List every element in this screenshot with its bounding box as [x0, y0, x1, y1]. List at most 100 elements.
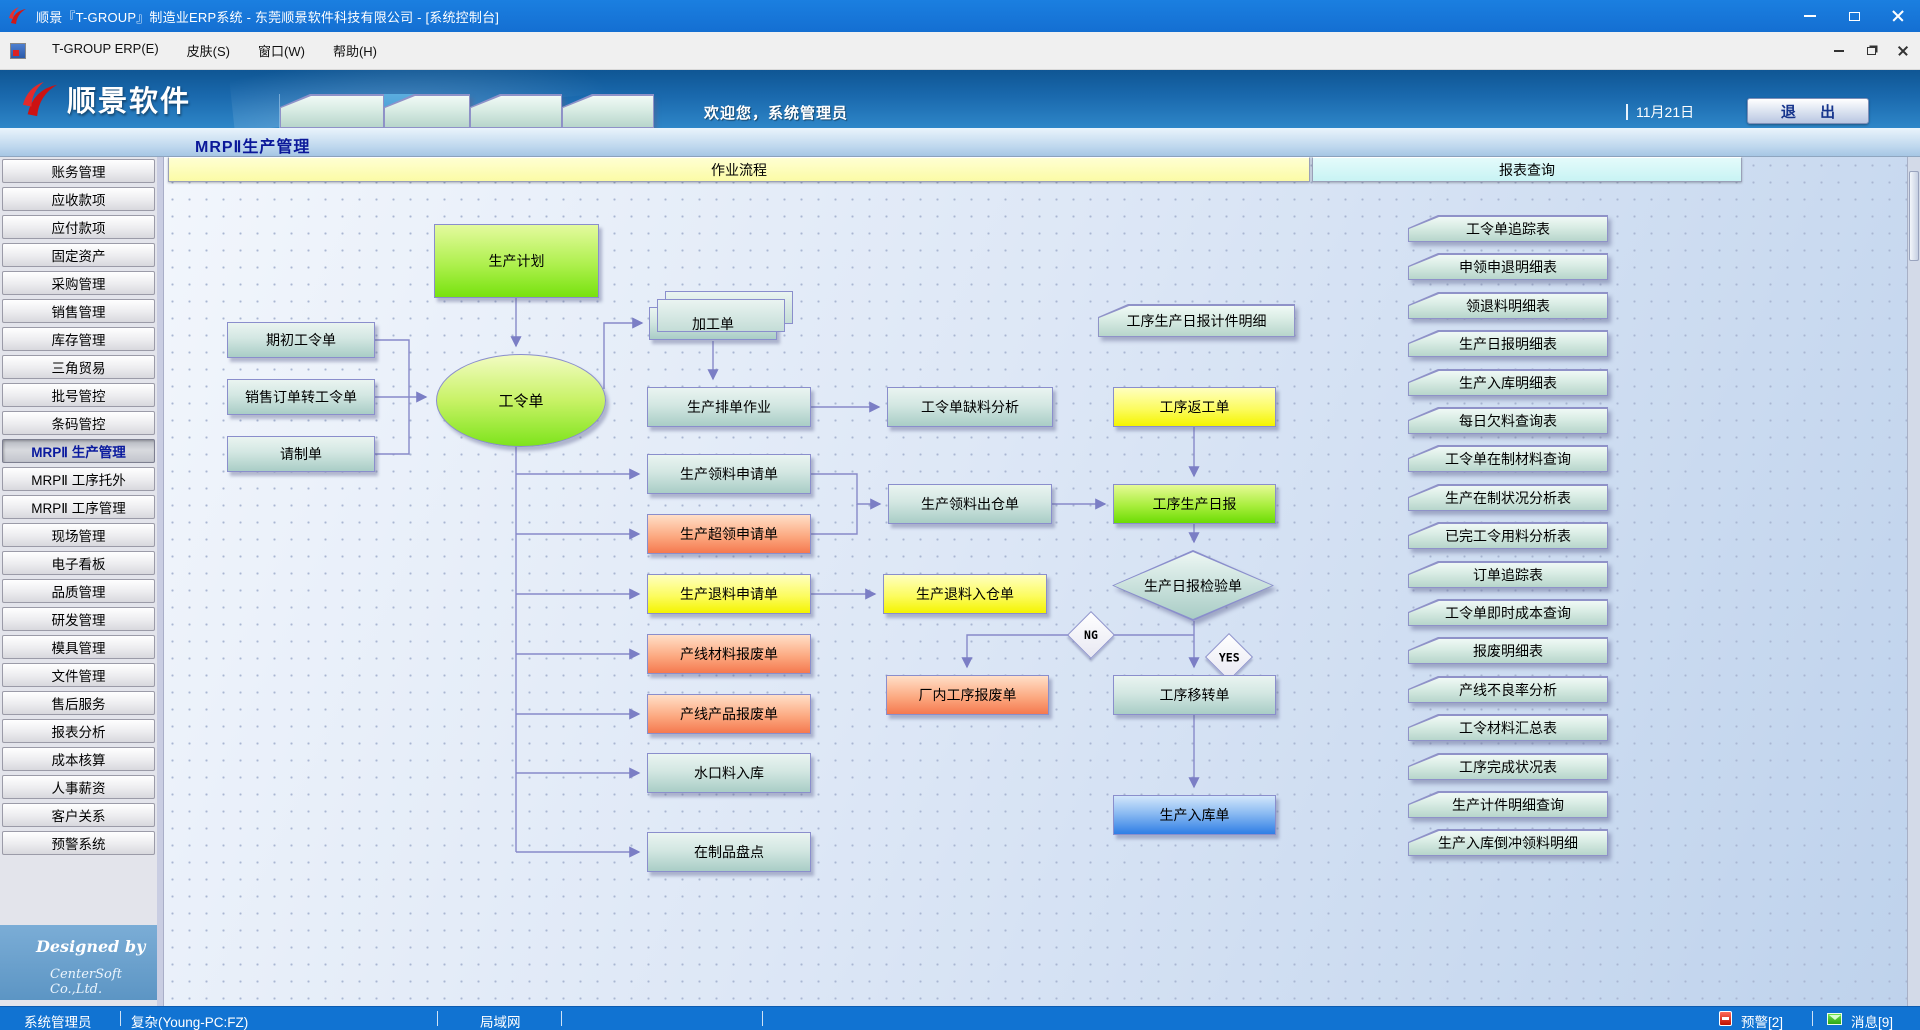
status-user: 系统管理员 — [24, 1011, 92, 1030]
report-button[interactable]: 每日欠料查询表 — [1408, 407, 1608, 434]
flow-node[interactable]: 生产领料申请单 — [647, 454, 811, 494]
flow-node[interactable]: 销售订单转工令单 — [227, 379, 375, 415]
nav-tab[interactable]: 全部模块 — [384, 94, 470, 128]
nav-tab[interactable]: 我的主页 — [280, 94, 384, 128]
sidebar-item[interactable]: 三角贸易 — [2, 355, 155, 379]
sidebar-item[interactable]: 报表分析 — [2, 719, 155, 743]
report-button[interactable]: 已完工令用料分析表 — [1408, 522, 1608, 549]
mdi-close-button[interactable] — [1894, 43, 1912, 59]
flow-node[interactable]: 生产排单作业 — [647, 387, 811, 427]
close-icon — [1892, 10, 1904, 22]
message-icon — [1827, 1013, 1842, 1025]
sidebar-item[interactable]: 研发管理 — [2, 607, 155, 631]
flow-node[interactable]: 工令单缺料分析 — [887, 387, 1053, 427]
flow-node[interactable]: 在制品盘点 — [647, 832, 811, 872]
welcome-text: 欢迎您，系统管理员 — [704, 102, 848, 123]
report-button[interactable]: 工序完成状况表 — [1408, 753, 1608, 780]
restore-icon — [1867, 47, 1876, 55]
minimize-button[interactable] — [1788, 0, 1832, 32]
flow-node[interactable]: 加工单 — [649, 307, 777, 340]
sidebar-item[interactable]: 售后服务 — [2, 691, 155, 715]
sidebar-item[interactable]: 账务管理 — [2, 159, 155, 183]
report-button[interactable]: 生产入库明细表 — [1408, 369, 1608, 396]
page-title: MRPⅡ生产管理 — [195, 133, 310, 157]
report-button[interactable]: 领退料明细表 — [1408, 292, 1608, 319]
window-title: 顺景『T-GROUP』制造业ERP系统 - 东莞顺景软件科技有限公司 - [系统… — [36, 7, 499, 26]
sidebar-item[interactable]: 预警系统 — [2, 831, 155, 855]
report-button[interactable]: 生产在制状况分析表 — [1408, 484, 1608, 511]
flow-node[interactable]: 生产计划 — [434, 224, 599, 298]
report-button[interactable]: 生产入库倒冲领料明细 — [1408, 829, 1608, 856]
date-display: 11月21日 — [1626, 102, 1694, 122]
designed-by-text: Designed by — [36, 937, 145, 956]
sidebar-item[interactable]: 批号管控 — [2, 383, 155, 407]
nav-tab[interactable]: 我的单据 — [562, 94, 654, 128]
report-button[interactable]: 工令单追踪表 — [1408, 215, 1608, 242]
sidebar-item[interactable]: 销售管理 — [2, 299, 155, 323]
flow-node[interactable]: 产线产品报废单 — [647, 694, 811, 734]
flow-node[interactable]: 工序移转单 — [1113, 675, 1276, 715]
module-header: MRPⅡ生产管理 — [0, 128, 1920, 157]
report-button[interactable]: 申领申退明细表 — [1408, 253, 1608, 280]
sidebar-item[interactable]: 采购管理 — [2, 271, 155, 295]
mdi-restore-button[interactable] — [1862, 43, 1880, 59]
maximize-button[interactable] — [1832, 0, 1876, 32]
divider — [1626, 104, 1628, 120]
report-button[interactable]: 订单追踪表 — [1408, 561, 1608, 588]
flow-node[interactable]: 请制单 — [227, 436, 375, 472]
sidebar-item[interactable]: 品质管理 — [2, 579, 155, 603]
form-icon — [10, 43, 26, 59]
report-button[interactable]: 工令单即时成本查询 — [1408, 599, 1608, 626]
flow-node[interactable]: 工序生产日报 — [1113, 484, 1276, 524]
flow-node[interactable]: 生产领料出仓单 — [888, 484, 1052, 524]
close-button[interactable] — [1876, 0, 1920, 32]
status-messages[interactable]: 消息[9] — [1851, 1011, 1893, 1030]
sidebar-item[interactable]: 条码管控 — [2, 411, 155, 435]
menu-item[interactable]: 帮助(H) — [319, 41, 391, 60]
sidebar-item[interactable]: 成本核算 — [2, 747, 155, 771]
flow-node[interactable]: 工令单 — [436, 354, 606, 447]
sidebar-scroll-strip[interactable] — [157, 157, 164, 1006]
menu-item[interactable]: 窗口(W) — [244, 41, 319, 60]
flow-node[interactable]: 工序生产日报计件明细 — [1098, 304, 1295, 337]
flow-node[interactable]: 水口料入库 — [647, 753, 811, 793]
menu-item[interactable]: 皮肤(S) — [173, 41, 244, 60]
status-alerts[interactable]: 预警[2] — [1741, 1011, 1783, 1030]
sidebar-item[interactable]: 模具管理 — [2, 635, 155, 659]
flow-node[interactable]: 生产退料申请单 — [647, 574, 811, 614]
sidebar-item[interactable]: 应付款项 — [2, 215, 155, 239]
flow-node[interactable]: 期初工令单 — [227, 322, 375, 358]
flowchart-canvas: 作业流程 报表查询 — [164, 157, 1920, 1006]
sidebar-item[interactable]: 人事薪资 — [2, 775, 155, 799]
menu-item[interactable]: T-GROUP ERP(E) — [38, 41, 173, 56]
flow-node[interactable]: 厂内工序报废单 — [886, 675, 1049, 715]
report-button[interactable]: 生产计件明细查询 — [1408, 791, 1608, 818]
flow-node[interactable]: 生产退料入仓单 — [883, 574, 1047, 614]
minimize-icon — [1804, 15, 1816, 17]
sidebar-item[interactable]: 应收款项 — [2, 187, 155, 211]
app-logo-icon — [8, 6, 28, 26]
sidebar-item[interactable]: MRPⅡ 工序管理 — [2, 495, 155, 519]
report-button[interactable]: 产线不良率分析 — [1408, 676, 1608, 703]
report-button[interactable]: 报废明细表 — [1408, 637, 1608, 664]
flow-node[interactable]: 生产入库单 — [1113, 795, 1276, 835]
flow-node[interactable]: 生产日报检验单 — [1112, 550, 1274, 621]
report-button[interactable]: 生产日报明细表 — [1408, 330, 1608, 357]
flow-node[interactable]: 工序返工单 — [1113, 387, 1276, 427]
mdi-minimize-button[interactable] — [1830, 43, 1848, 59]
sidebar-item[interactable]: MRPⅡ 生产管理 — [2, 439, 155, 463]
sidebar-item[interactable]: 库存管理 — [2, 327, 155, 351]
brand-name: 顺景软件 — [67, 78, 191, 120]
flow-node[interactable]: 生产超领申请单 — [647, 514, 811, 554]
sidebar-item[interactable]: MRPⅡ 工序托外 — [2, 467, 155, 491]
report-button[interactable]: 工令材料汇总表 — [1408, 714, 1608, 741]
nav-tab[interactable]: 系统管理 — [470, 94, 562, 128]
sidebar-item[interactable]: 客户关系 — [2, 803, 155, 827]
sidebar-item[interactable]: 固定资产 — [2, 243, 155, 267]
exit-button[interactable]: 退 出 — [1747, 98, 1869, 124]
sidebar-item[interactable]: 文件管理 — [2, 663, 155, 687]
sidebar-item[interactable]: 现场管理 — [2, 523, 155, 547]
report-button[interactable]: 工令单在制材料查询 — [1408, 445, 1608, 472]
flow-node[interactable]: 产线材料报废单 — [647, 634, 811, 674]
sidebar-item[interactable]: 电子看板 — [2, 551, 155, 575]
